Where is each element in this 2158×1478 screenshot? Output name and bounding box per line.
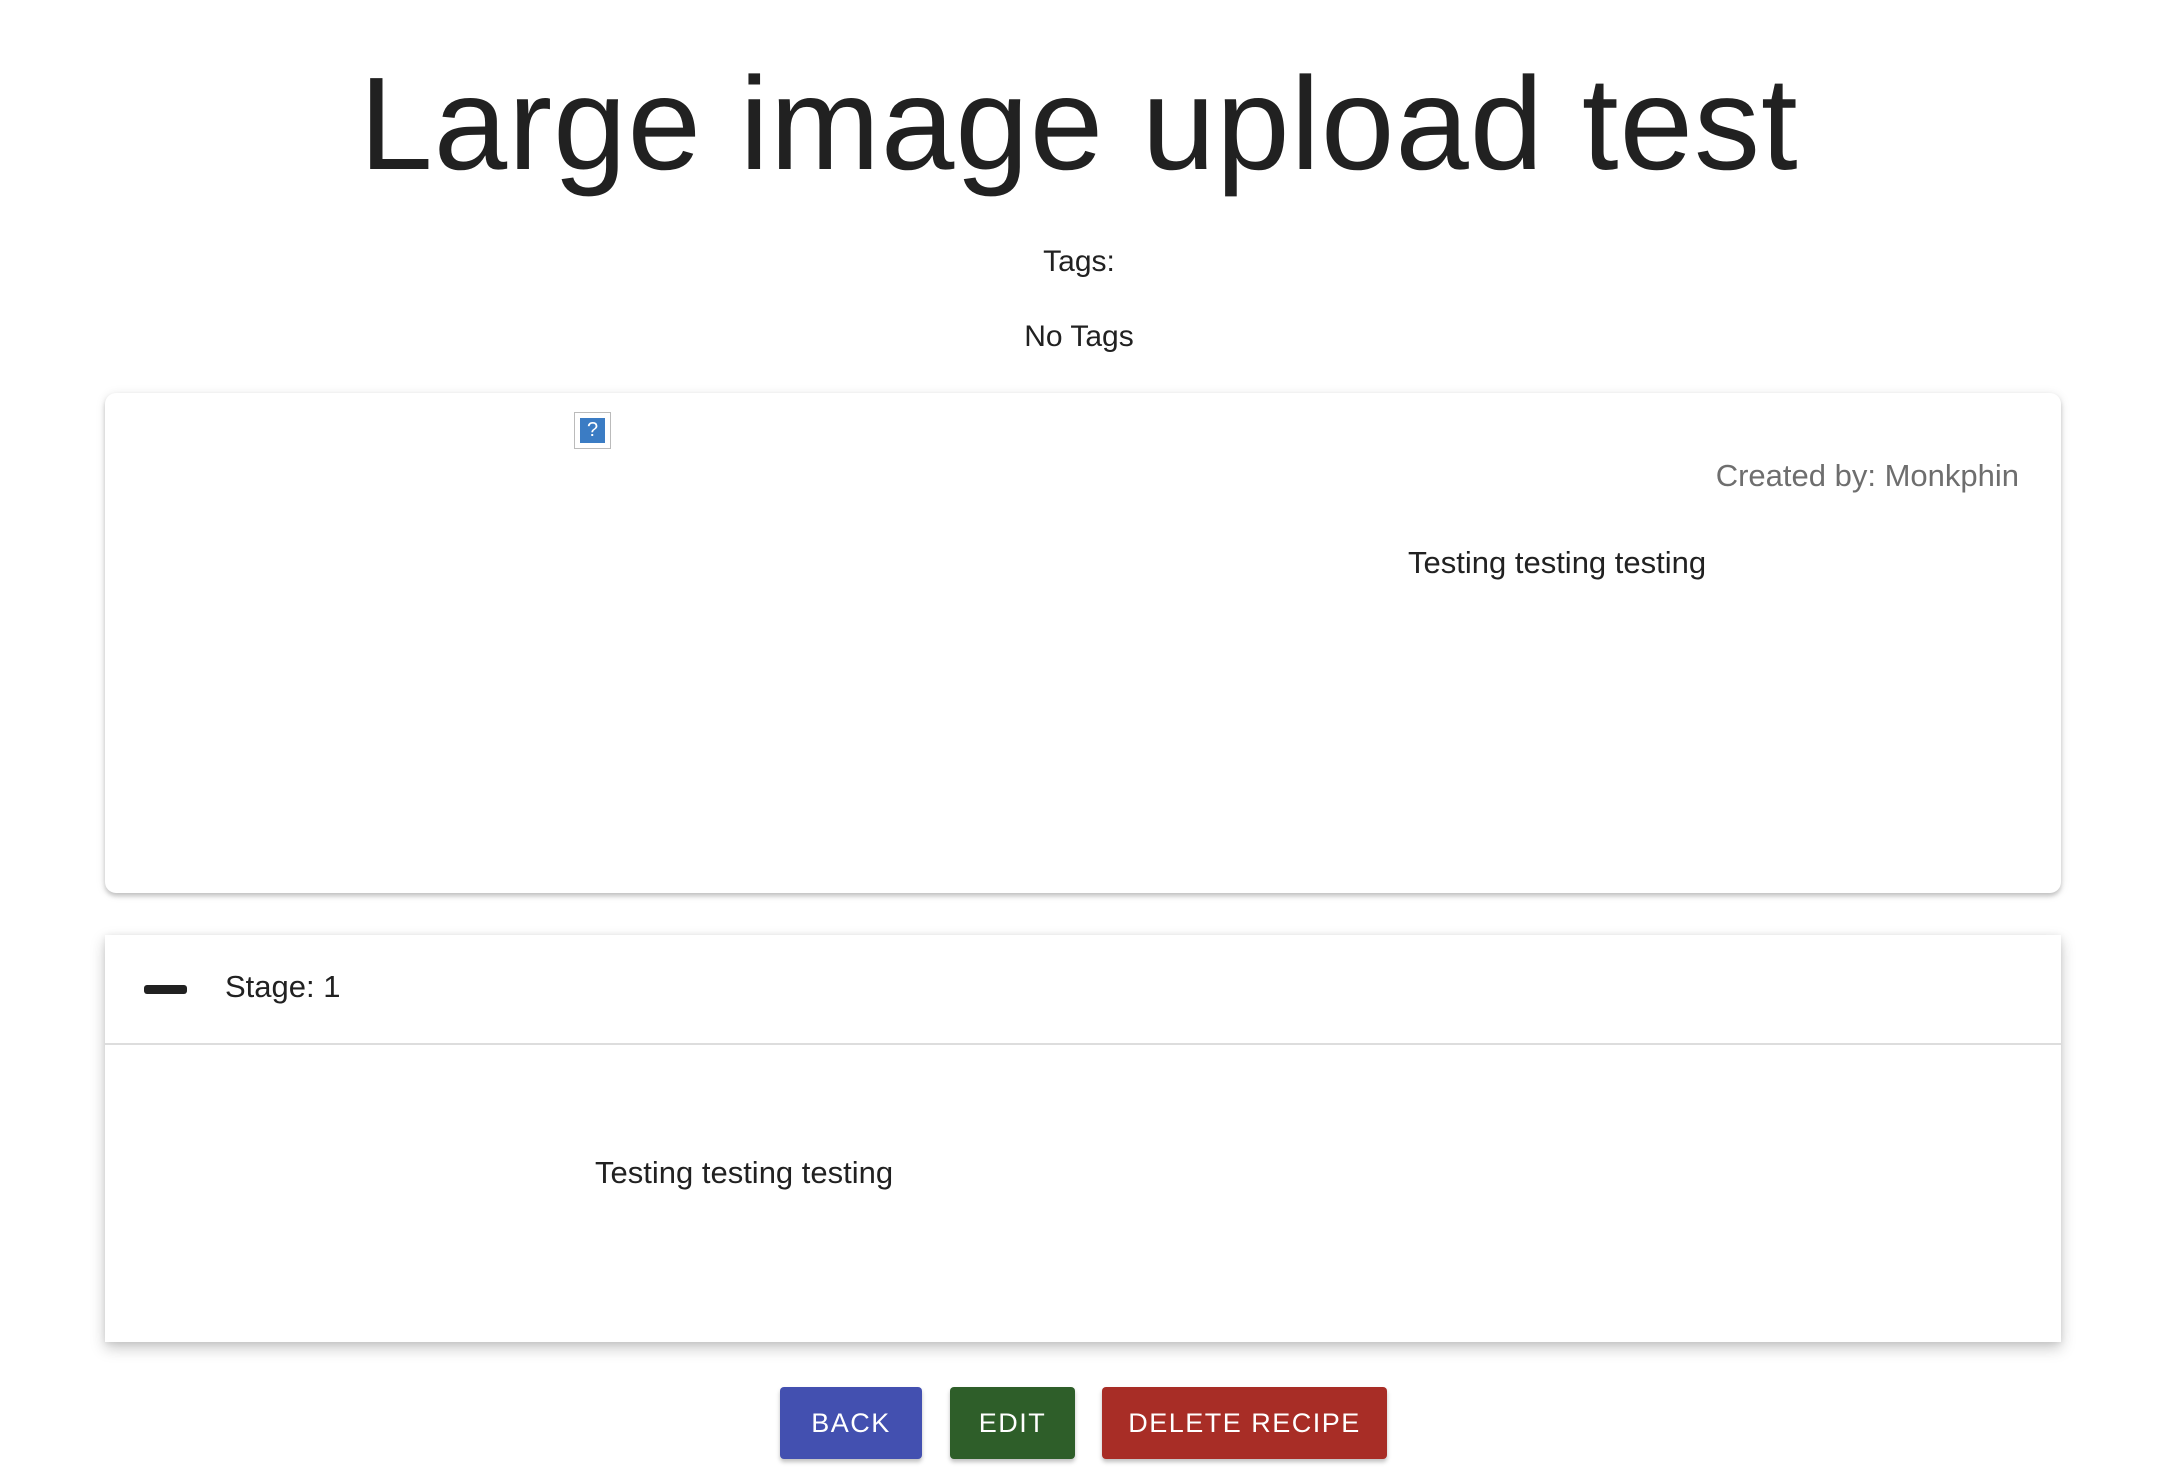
page-title: Large image upload test xyxy=(359,50,1799,197)
back-button[interactable]: BACK xyxy=(780,1387,922,1459)
stage-description: Testing testing testing xyxy=(595,1155,894,1190)
stage-panel: Stage: 1 Testing testing testing xyxy=(105,935,2061,1342)
broken-image-icon: ? xyxy=(574,412,611,449)
tags-label: Tags: xyxy=(1043,245,1115,278)
edit-button[interactable]: EDIT xyxy=(950,1387,1075,1459)
recipe-description: Testing testing testing xyxy=(1408,545,1707,580)
delete-recipe-button[interactable]: DELETE RECIPE xyxy=(1102,1387,1387,1459)
created-by: Created by: Monkphin xyxy=(1715,458,2019,493)
stage-header[interactable]: Stage: 1 xyxy=(105,935,2061,1045)
minus-icon[interactable] xyxy=(144,985,187,994)
stage-title: Stage: 1 xyxy=(225,969,341,1004)
no-tags-text: No Tags xyxy=(1024,320,1134,353)
recipe-card: ? Created by: Monkphin Testing testing t… xyxy=(105,393,2061,893)
